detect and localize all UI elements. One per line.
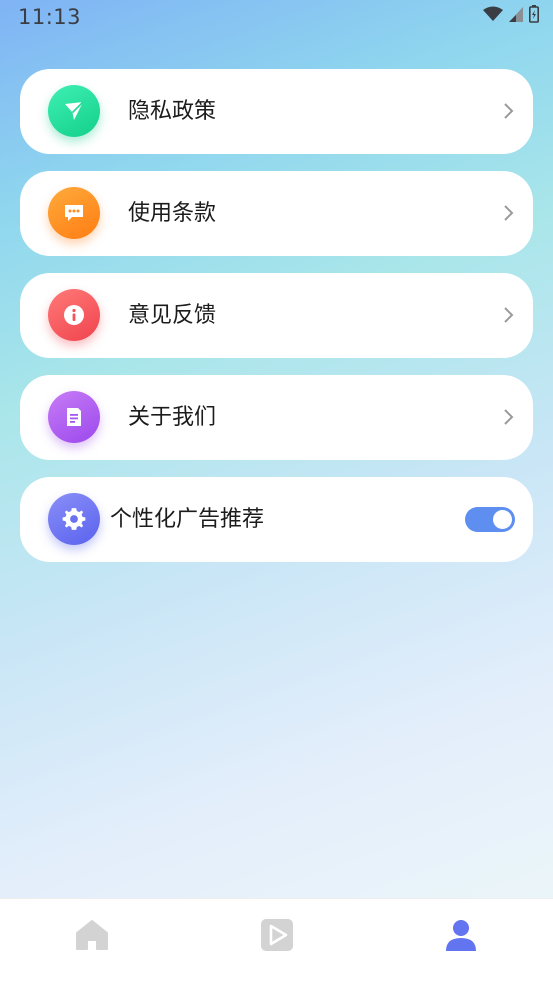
nav-video[interactable] <box>257 915 297 955</box>
bottom-nav <box>0 898 553 984</box>
chat-bubble-icon <box>48 187 100 239</box>
home-icon <box>76 920 108 950</box>
nav-profile[interactable] <box>441 915 481 955</box>
menu-item-terms-of-use[interactable]: 使用条款 <box>20 171 533 256</box>
profile-icon <box>446 920 476 951</box>
menu-item-label: 关于我们 <box>128 405 217 430</box>
video-play-icon <box>261 919 293 951</box>
wifi-icon <box>483 6 503 21</box>
chevron-right-icon <box>504 409 514 425</box>
menu-item-about-us[interactable]: 关于我们 <box>20 375 533 460</box>
paper-plane-icon <box>48 85 100 137</box>
toggle-knob <box>493 510 512 529</box>
menu-item-privacy-policy[interactable]: 隐私政策 <box>20 69 533 154</box>
document-icon <box>48 391 100 443</box>
battery-icon <box>529 5 539 23</box>
menu-item-label: 隐私政策 <box>128 99 217 124</box>
personalized-ads-setting: 个性化广告推荐 <box>20 477 533 562</box>
status-icons <box>483 5 539 23</box>
status-time: 11:13 <box>18 5 82 29</box>
menu-item-label: 使用条款 <box>128 201 217 226</box>
chevron-right-icon <box>504 307 514 323</box>
personalized-ads-label: 个性化广告推荐 <box>110 507 265 532</box>
personalized-ads-toggle[interactable] <box>465 507 515 532</box>
menu-item-feedback[interactable]: 意见反馈 <box>20 273 533 358</box>
chevron-right-icon <box>504 205 514 221</box>
nav-home[interactable] <box>72 915 112 955</box>
status-bar: 11:13 <box>0 0 553 34</box>
menu-item-label: 意见反馈 <box>128 303 217 328</box>
gear-icon <box>48 493 100 545</box>
info-icon <box>48 289 100 341</box>
chevron-right-icon <box>504 103 514 119</box>
signal-icon <box>509 6 523 22</box>
